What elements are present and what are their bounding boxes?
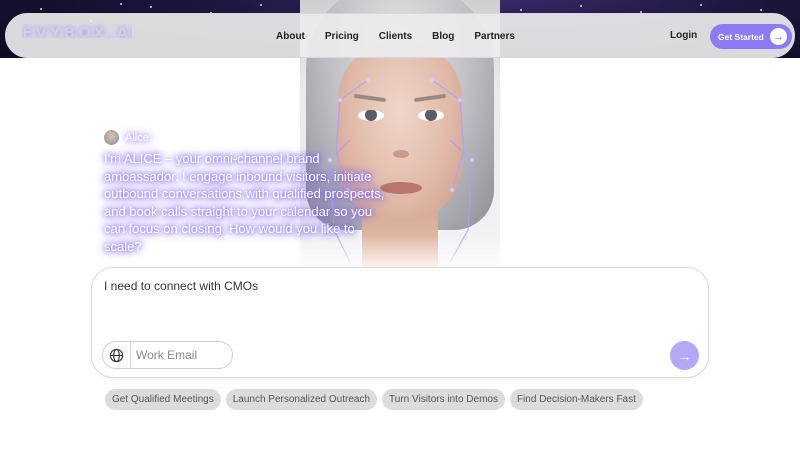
work-email-input[interactable] bbox=[136, 348, 231, 362]
top-navigation: EVYBOX.AI About Pricing Clients Blog Par… bbox=[5, 13, 795, 58]
page: EVYBOX.AI About Pricing Clients Blog Par… bbox=[0, 0, 800, 450]
nav-link-pricing[interactable]: Pricing bbox=[325, 31, 359, 42]
login-link[interactable]: Login bbox=[670, 30, 697, 41]
chat-input-text[interactable]: I need to connect with CMOs bbox=[104, 279, 258, 293]
globe-icon bbox=[103, 342, 131, 368]
alice-avatar bbox=[104, 130, 119, 145]
chip-launch-personalized-outreach[interactable]: Launch Personalized Outreach bbox=[225, 389, 378, 410]
work-email-field[interactable] bbox=[102, 341, 233, 369]
nav-link-about[interactable]: About bbox=[276, 31, 305, 42]
nav-link-clients[interactable]: Clients bbox=[379, 31, 412, 42]
chip-turn-visitors-into-demos[interactable]: Turn Visitors into Demos bbox=[382, 389, 505, 410]
alice-header: Alice: bbox=[104, 130, 152, 145]
get-started-button[interactable]: Get Started → bbox=[710, 24, 792, 49]
alice-message: I'm ALICE – your omni-channel brand amba… bbox=[104, 151, 385, 254]
get-started-label: Get Started bbox=[718, 31, 764, 42]
nav-links: About Pricing Clients Blog Partners bbox=[276, 14, 535, 59]
brand-logo[interactable]: EVYBOX.AI bbox=[22, 24, 132, 38]
chip-get-qualified-meetings[interactable]: Get Qualified Meetings bbox=[105, 389, 221, 410]
suggestion-chips: Get Qualified Meetings Launch Personaliz… bbox=[105, 389, 643, 410]
alice-name: Alice: bbox=[125, 131, 152, 144]
send-button[interactable]: → bbox=[670, 341, 699, 370]
chat-input-box[interactable]: I need to connect with CMOs → bbox=[91, 267, 709, 378]
nav-link-blog[interactable]: Blog bbox=[432, 31, 454, 42]
arrow-right-icon: → bbox=[770, 28, 787, 45]
chip-find-decision-makers-fast[interactable]: Find Decision-Makers Fast bbox=[509, 389, 643, 410]
nav-link-partners[interactable]: Partners bbox=[474, 31, 515, 42]
arrow-right-icon: → bbox=[677, 347, 692, 364]
